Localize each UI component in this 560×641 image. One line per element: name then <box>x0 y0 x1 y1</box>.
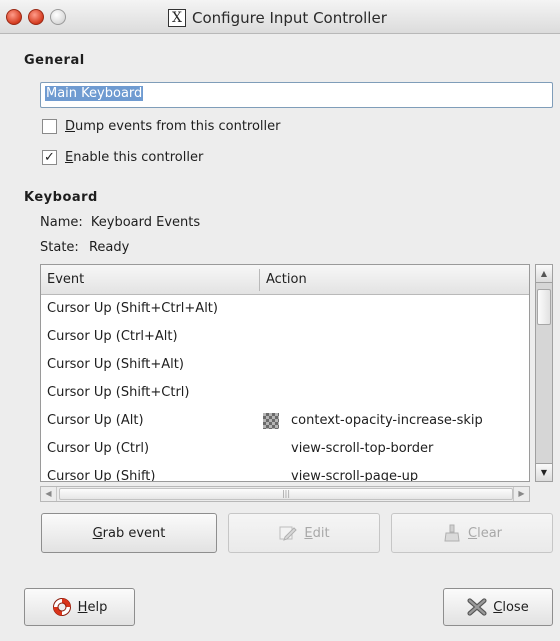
vertical-scroll-thumb[interactable] <box>537 289 551 325</box>
keyboard-name-line: Name: Keyboard Events <box>40 215 200 230</box>
edit-label-text: dit <box>312 525 330 541</box>
close-x-icon <box>467 598 487 616</box>
table-row[interactable]: Cursor Up (Shift+Ctrl) <box>41 379 529 407</box>
clear-label: Clear <box>468 526 502 541</box>
table-row[interactable]: Cursor Up (Shift) view-scroll-page-up <box>41 463 529 482</box>
event-cell: Cursor Up (Ctrl) <box>47 441 150 456</box>
help-label: Help <box>78 600 108 615</box>
vertical-scrollbar[interactable]: ▲ ▼ <box>535 264 553 482</box>
table-row[interactable]: Cursor Up (Alt) context-opacity-increase… <box>41 407 529 435</box>
event-cell: Cursor Up (Shift+Ctrl+Alt) <box>47 301 218 316</box>
keyboard-state-value: Ready <box>88 240 130 255</box>
grab-event-mnemonic: G <box>92 525 103 541</box>
dump-events-checkbox-row[interactable]: Dump events from this controller <box>42 119 281 134</box>
dump-events-label-text: ump events from this controller <box>75 119 281 134</box>
edit-mnemonic: E <box>304 525 313 541</box>
clear-label-text: lear <box>477 525 502 541</box>
checkerboard-icon <box>263 413 279 429</box>
window-title-text: Configure Input Controller <box>192 9 387 27</box>
clear-mnemonic: C <box>468 525 478 541</box>
scroll-up-icon[interactable]: ▲ <box>536 265 552 283</box>
enable-controller-checkbox[interactable]: ✓ <box>42 150 57 165</box>
column-header-event[interactable]: Event <box>47 272 84 287</box>
horizontal-scrollbar[interactable]: ◀ ||| ▶ <box>40 486 530 502</box>
dump-events-checkbox[interactable] <box>42 119 57 134</box>
close-mnemonic: C <box>493 599 503 615</box>
scroll-left-icon[interactable]: ◀ <box>41 487 57 501</box>
dump-events-mnemonic: D <box>65 119 76 134</box>
enable-controller-label: Enable this controller <box>65 150 203 165</box>
keyboard-state-line: State: Ready <box>40 240 129 255</box>
table-row[interactable]: Cursor Up (Ctrl) view-scroll-top-border <box>41 435 529 463</box>
window-close-icon[interactable] <box>6 9 22 25</box>
keyboard-name-label: Name: <box>40 215 83 230</box>
enable-controller-mnemonic: E <box>65 150 74 165</box>
clear-icon <box>442 524 462 542</box>
table-row[interactable]: Cursor Up (Ctrl+Alt) <box>41 323 529 351</box>
controller-name-value: Main Keyboard <box>45 86 144 101</box>
close-label-text: lose <box>502 599 529 615</box>
event-cell: Cursor Up (Ctrl+Alt) <box>47 329 178 344</box>
keyboard-name-value: Keyboard Events <box>90 215 201 230</box>
dump-events-label: Dump events from this controller <box>65 119 281 134</box>
event-cell: Cursor Up (Shift+Ctrl) <box>47 385 190 400</box>
help-mnemonic: H <box>77 599 88 615</box>
action-cell: context-opacity-increase-skip <box>291 413 483 428</box>
window-maximize-icon[interactable] <box>50 9 66 25</box>
table-header: Event Action <box>41 265 529 295</box>
action-cell: view-scroll-page-up <box>291 469 419 482</box>
column-header-action[interactable]: Action <box>266 272 307 287</box>
event-cell: Cursor Up (Shift) <box>47 469 156 482</box>
table-row[interactable]: Cursor Up (Shift+Ctrl+Alt) <box>41 295 529 323</box>
event-cell: Cursor Up (Alt) <box>47 413 144 428</box>
action-cell: view-scroll-top-border <box>291 441 434 456</box>
lifebuoy-help-icon <box>52 598 72 616</box>
enable-controller-checkbox-row[interactable]: ✓ Enable this controller <box>42 150 203 165</box>
column-separator[interactable] <box>259 269 260 291</box>
window-title: X Configure Input Controller <box>168 8 387 28</box>
keyboard-heading: Keyboard <box>24 190 98 205</box>
help-label-text: elp <box>87 599 108 615</box>
clear-button[interactable]: Clear <box>391 513 553 553</box>
title-bar: X Configure Input Controller <box>0 0 560 34</box>
horizontal-scroll-thumb[interactable]: ||| <box>59 488 513 500</box>
scroll-down-icon[interactable]: ▼ <box>536 463 552 481</box>
event-cell: Cursor Up (Shift+Alt) <box>47 357 184 372</box>
table-row[interactable]: Cursor Up (Shift+Alt) <box>41 351 529 379</box>
edit-icon <box>278 524 298 542</box>
edit-button[interactable]: Edit <box>228 513 380 553</box>
general-heading: General <box>24 53 85 68</box>
enable-controller-label-text: nable this controller <box>73 150 204 165</box>
edit-label: Edit <box>304 526 329 541</box>
event-action-table[interactable]: Event Action Cursor Up (Shift+Ctrl+Alt) … <box>40 264 530 482</box>
table-body: Cursor Up (Shift+Ctrl+Alt) Cursor Up (Ct… <box>41 295 529 482</box>
close-button[interactable]: Close <box>443 588 553 626</box>
grab-event-button[interactable]: Grab event <box>41 513 217 553</box>
grab-event-label: Grab event <box>93 526 166 541</box>
controller-name-input[interactable]: Main Keyboard <box>40 82 553 108</box>
help-button[interactable]: Help <box>24 588 135 626</box>
keyboard-state-label: State: <box>40 240 79 255</box>
scroll-right-icon[interactable]: ▶ <box>513 487 529 501</box>
x11-app-icon: X <box>168 9 186 27</box>
window-minimize-icon[interactable] <box>28 9 44 25</box>
grab-event-label-text: rab event <box>102 525 166 541</box>
close-label: Close <box>493 600 528 615</box>
